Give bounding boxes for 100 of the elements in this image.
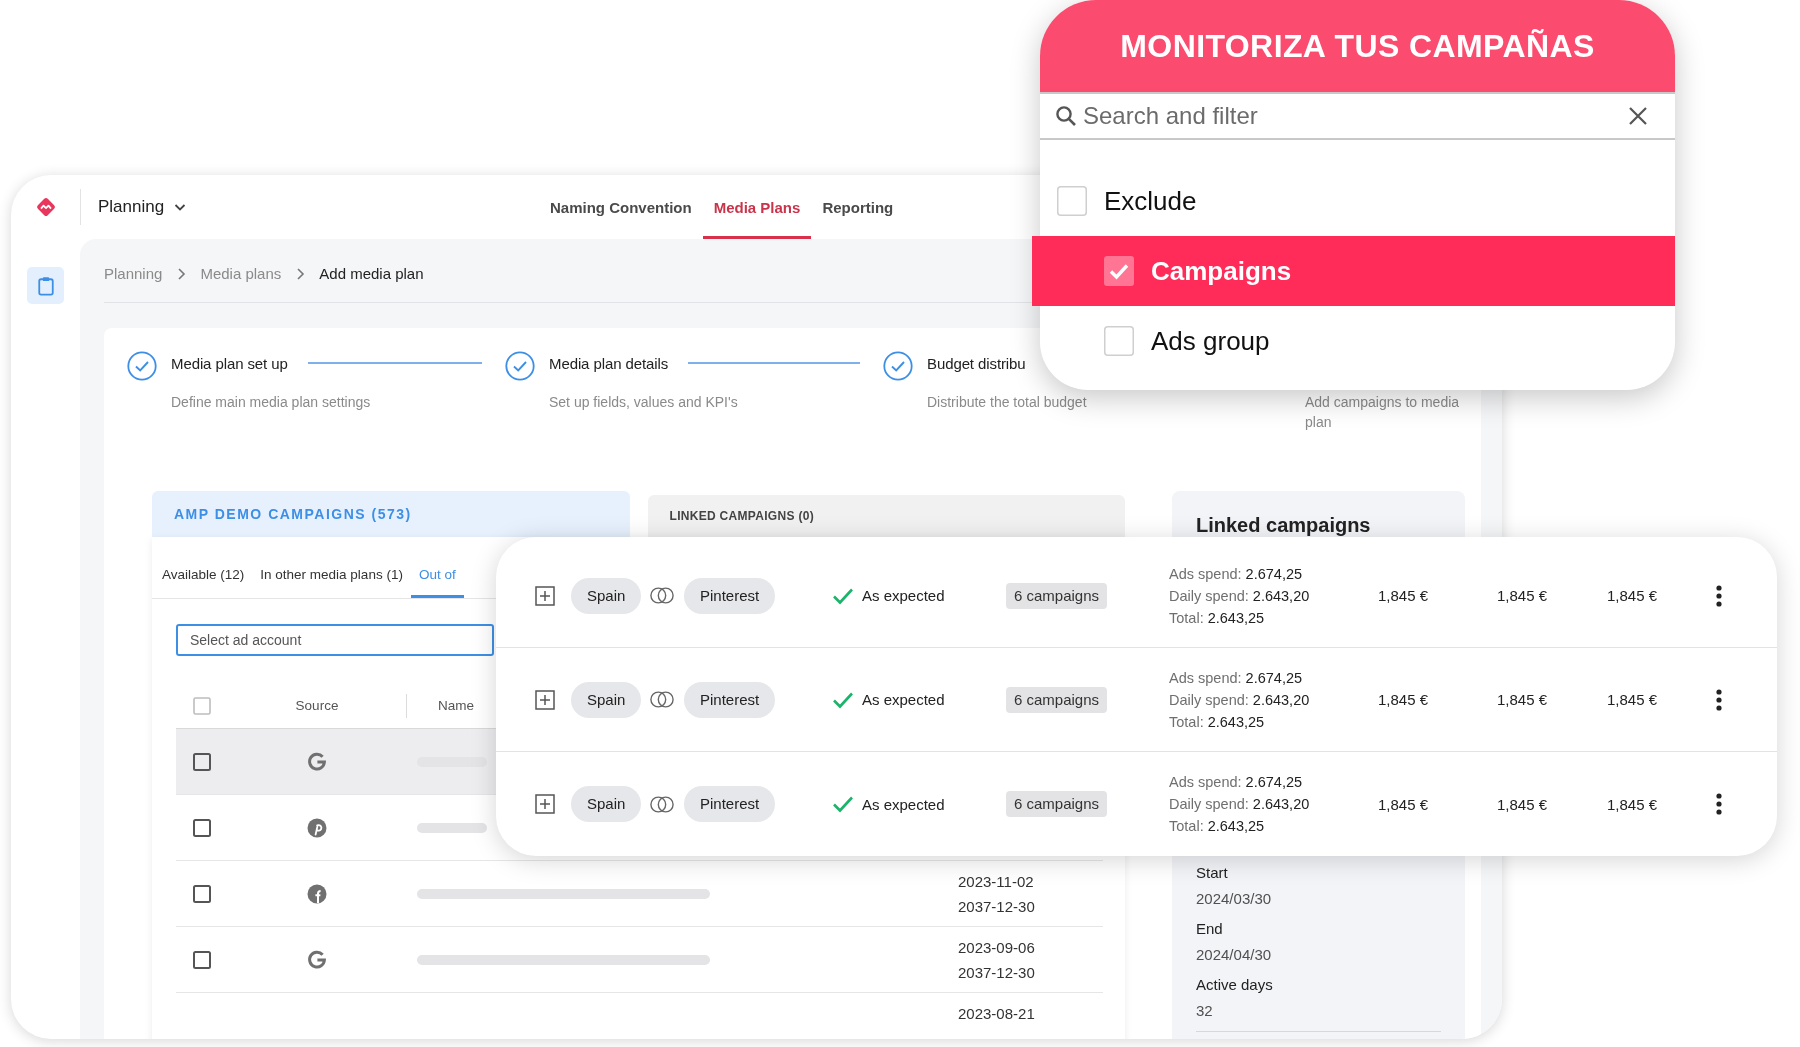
step-description: Define main media plan settings [171,393,372,412]
facebook-icon [307,883,327,904]
step-description: Set up fields, values and KPI's [549,393,739,412]
amount-text: 1,845 € [1607,691,1659,708]
amount-text: 1,845 € [1378,795,1430,813]
status-text: As expected [862,587,945,604]
stat-label: Daily spend: [1169,587,1249,604]
date-text: 2023-11-02 [958,872,1035,892]
stat-label: Total: [1169,609,1204,626]
status-text: As expected [862,795,945,813]
breadcrumb-current: Add media plan [319,264,424,284]
sidebar-button[interactable] [27,267,64,304]
stat-label: Ads spend: [1169,565,1242,582]
step-title: Media plan set up [171,354,288,372]
checkbox[interactable] [193,884,211,903]
field-value: 2024/03/30 [1196,889,1273,909]
stat-value: 2.643,25 [1207,818,1265,834]
checkbox[interactable] [193,950,211,969]
amount-text: 1,845 € [1497,587,1549,604]
amount-text: 1,845 € [1607,587,1659,604]
country-tag: Spain [571,681,642,718]
column-header: Source [294,698,340,713]
nav-tab[interactable]: Naming Convention [539,175,703,239]
stat-value: 2.643,20 [1252,691,1310,708]
date-text: 2037-12-30 [958,897,1036,917]
stat-value: 2.643,20 [1252,587,1310,604]
plus-square-icon[interactable] [535,794,555,814]
field-label: Active days [1196,975,1274,995]
google-icon [307,949,327,970]
overlapping-circles-icon [650,586,674,605]
column-header: Name [438,698,474,713]
date-text: 2037-12-30 [958,963,1036,983]
checkbox[interactable] [193,752,211,771]
kebab-menu-icon[interactable] [1716,584,1722,607]
country-tag: Spain [571,786,642,822]
stat-label: Ads spend: [1169,669,1242,686]
select-all-checkbox[interactable] [193,696,211,715]
field-label: Start [1196,863,1229,883]
clipboard-icon [36,275,55,296]
date-text: 2023-08-21 [958,1004,1036,1024]
chevron-right-icon [295,267,306,281]
status-text: As expected [862,691,945,708]
module-dropdown[interactable]: Planning [98,197,189,217]
kebab-menu-icon[interactable] [1716,793,1722,815]
filter-option[interactable]: Ads group [1040,306,1675,376]
amount-text: 1,845 € [1378,587,1430,604]
chevron-right-icon [176,267,187,281]
checkbox[interactable] [193,818,211,837]
search-field[interactable]: Search and filter [1083,98,1622,134]
step-title: Media plan details [549,354,669,372]
panel-title: Linked campaigns [1196,513,1372,537]
nav-tab[interactable]: Reporting [811,175,905,239]
close-icon[interactable] [1628,106,1648,126]
step-description: Add campaigns to media plan [1305,393,1461,432]
overlapping-circles-icon [650,690,674,709]
filter-option[interactable]: Exclude [1040,166,1675,236]
amount-text: 1,845 € [1497,795,1549,813]
platform-tag: Pinterest [684,786,776,822]
amount-text: 1,845 € [1497,691,1549,708]
plus-square-icon[interactable] [535,585,555,606]
field-label: End [1196,919,1224,939]
checkbox[interactable] [1104,256,1134,286]
text-placeholder-bar [417,822,487,833]
kebab-menu-icon[interactable] [1716,688,1722,711]
account-field[interactable]: Select ad account [176,624,494,656]
country-tag: Spain [571,577,642,614]
panel-tab[interactable]: LINKED CAMPAIGNS (0) [647,495,1125,537]
filter-option[interactable]: Campaigns [1032,236,1675,306]
filter-tab[interactable]: In other media plans (1) [252,537,411,598]
plus-square-icon[interactable] [535,689,555,710]
search-icon [1055,105,1077,127]
campaign-count: 6 campaigns [1006,791,1108,817]
stat-label: Total: [1169,818,1204,834]
stat-value: 2.674,25 [1245,774,1303,790]
stat-value: 2.674,25 [1245,565,1303,582]
field-value: 2024/04/30 [1196,945,1273,965]
platform-tag: Pinterest [684,577,776,614]
amount-text: 1,845 € [1378,691,1430,708]
platform-tag: Pinterest [684,681,776,718]
step-title: Budget distribu [927,354,1026,372]
stat-value: 2.643,25 [1207,713,1265,730]
stat-label: Daily spend: [1169,691,1249,708]
filter-tab[interactable]: Available (12) [154,537,253,598]
field-value: 32 [1196,1001,1214,1021]
popup-title: MONITORIZA TUS CAMPAÑAS [1120,27,1595,65]
filter-tab[interactable]: Out of [410,537,464,598]
date-text: 2023-09-06 [958,938,1036,958]
amount-text: 1,845 € [1607,795,1659,813]
stat-label: Total: [1169,713,1204,730]
campaign-count: 6 campaigns [1006,686,1108,713]
google-icon [307,751,327,772]
step-description: Distribute the total budget [927,393,1088,412]
stat-label: Daily spend: [1169,796,1249,812]
pinterest-icon [307,817,327,838]
overlapping-circles-icon [650,794,674,814]
stat-value: 2.674,25 [1245,669,1303,686]
stat-label: Ads spend: [1169,774,1242,790]
campaign-count: 6 campaigns [1006,582,1108,609]
stat-value: 2.643,25 [1207,609,1265,626]
stat-value: 2.643,20 [1252,796,1310,812]
